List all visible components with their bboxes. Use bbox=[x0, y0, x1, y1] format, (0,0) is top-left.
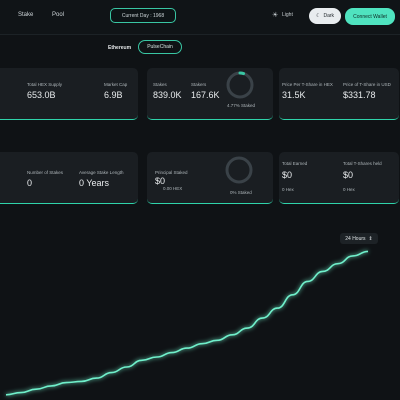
total-earned-label: Total Earned bbox=[282, 161, 308, 166]
top-bar: Stake Pool Current Day : 1968 ☀ Light ☾ … bbox=[0, 0, 400, 35]
staked-ring bbox=[226, 71, 254, 99]
price-point bbox=[141, 360, 142, 361]
stakes-value: 839.0K bbox=[153, 90, 182, 100]
principal-staked-hex: 0.00 HEX bbox=[163, 186, 183, 191]
stakers-label: Stakers bbox=[191, 82, 207, 87]
price-point bbox=[337, 263, 338, 264]
total-earned-hex: 0 Hex bbox=[282, 187, 294, 192]
number-of-stakes-value: 0 bbox=[27, 178, 33, 188]
supply-card: Total HEX Supply 653.0B Market Cap 6.9B bbox=[0, 68, 138, 120]
stakes-label: Stakes bbox=[153, 82, 167, 87]
price-point bbox=[367, 251, 368, 252]
price-point bbox=[217, 340, 218, 341]
dark-theme-toggle[interactable]: ☾ Dark bbox=[309, 8, 341, 24]
price-line-chart bbox=[5, 250, 369, 396]
principal-staked-value: $0 bbox=[155, 176, 166, 186]
price-series-line bbox=[5, 250, 369, 396]
current-day-indicator: Current Day : 1968 bbox=[110, 8, 176, 23]
price-point bbox=[20, 392, 21, 393]
tshare-hex-value: 31.5K bbox=[282, 90, 306, 100]
number-of-stakes-label: Number of Stakes bbox=[27, 170, 64, 175]
total-tshares-label: Total T-Shares held bbox=[343, 161, 382, 166]
price-point bbox=[186, 348, 187, 349]
price-point bbox=[66, 382, 67, 383]
my-staked-ring bbox=[225, 156, 253, 184]
my-staked-percent-label: 0% Staked bbox=[230, 190, 252, 195]
principal-card: Principal Staked $0 0.00 HEX 0% Staked bbox=[147, 152, 273, 204]
total-tshares-value: $0 bbox=[343, 170, 354, 180]
market-cap-value: 6.9B bbox=[104, 90, 123, 100]
price-point bbox=[352, 255, 353, 256]
total-supply-label: Total HEX Supply bbox=[27, 82, 63, 87]
stake-summary-card: Number of Stakes 0 Average Stake Length … bbox=[0, 152, 138, 204]
price-point bbox=[111, 372, 112, 373]
price-point bbox=[36, 389, 37, 390]
price-point bbox=[51, 385, 52, 386]
price-point bbox=[96, 378, 97, 379]
moon-icon: ☾ bbox=[315, 13, 321, 19]
dark-theme-label: Dark bbox=[323, 13, 335, 19]
chain-option-ethereum[interactable]: Ethereum bbox=[108, 45, 131, 51]
total-supply-value: 653.0B bbox=[27, 90, 56, 100]
sun-icon[interactable]: ☀ bbox=[272, 11, 278, 19]
chart-series bbox=[5, 250, 369, 396]
tshare-usd-value: $331.78 bbox=[343, 90, 376, 100]
stakes-card: Stakes 839.0K Stakers 167.6K 4.77% Stake… bbox=[147, 68, 273, 120]
chain-option-pulsechain[interactable]: PulseChain bbox=[138, 40, 182, 54]
price-point bbox=[126, 366, 127, 367]
total-earned-value: $0 bbox=[282, 170, 293, 180]
price-point bbox=[201, 343, 202, 344]
price-point bbox=[232, 334, 233, 335]
price-point bbox=[171, 352, 172, 353]
price-point bbox=[277, 308, 278, 309]
tshare-usd-label: Price of T-Share in USD bbox=[343, 82, 391, 87]
total-tshares-hex: 0 Hex bbox=[343, 187, 355, 192]
average-stake-length-value: 0 Years bbox=[79, 178, 110, 188]
price-point bbox=[81, 381, 82, 382]
price-point bbox=[262, 318, 263, 319]
stakers-value: 167.6K bbox=[191, 90, 220, 100]
average-stake-length-label: Average Stake Length bbox=[79, 170, 124, 175]
price-point bbox=[322, 271, 323, 272]
nav-stake[interactable]: Stake bbox=[18, 12, 33, 18]
connect-wallet-button[interactable]: Connect Wallet bbox=[345, 8, 395, 25]
light-theme-label[interactable]: Light bbox=[282, 12, 293, 18]
tshare-hex-label: Price Per T-Share in HEX bbox=[282, 82, 333, 87]
nav-pool[interactable]: Pool bbox=[52, 12, 64, 18]
price-point bbox=[247, 328, 248, 329]
price-point bbox=[292, 294, 293, 295]
principal-staked-label: Principal Staked bbox=[155, 170, 188, 175]
earnings-card: Total Earned $0 0 Hex Total T-Shares hel… bbox=[279, 152, 399, 204]
price-point bbox=[156, 356, 157, 357]
market-cap-label: Market Cap bbox=[104, 82, 128, 87]
price-point bbox=[5, 394, 6, 395]
staked-percent-label: 4.77% Staked bbox=[227, 103, 256, 108]
price-point bbox=[307, 281, 308, 282]
tshare-card: Price Per T-Share in HEX 31.5K Price of … bbox=[279, 68, 399, 120]
